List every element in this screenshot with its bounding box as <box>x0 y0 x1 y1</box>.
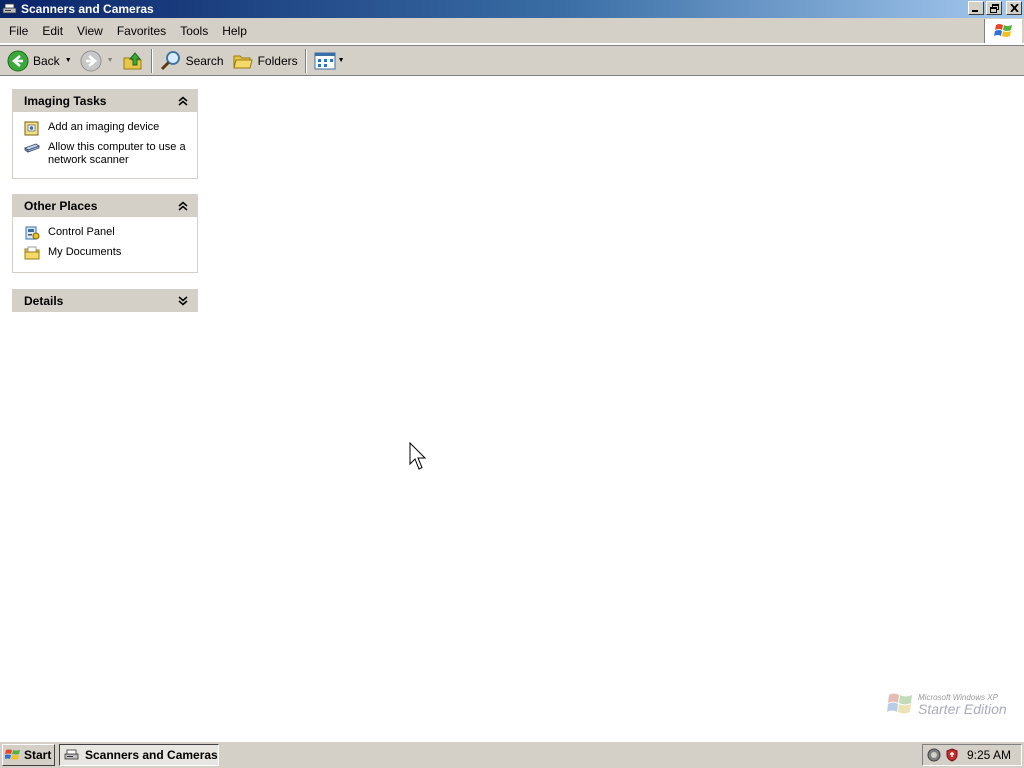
imaging-tasks-title: Imaging Tasks <box>24 93 107 108</box>
mouse-cursor-icon <box>409 442 427 470</box>
network-status-icon[interactable] <box>927 748 941 762</box>
imaging-tasks-body: Add an imaging device Allow this compute… <box>12 112 198 179</box>
back-arrow-icon <box>7 50 29 71</box>
up-folder-button[interactable] <box>118 48 148 74</box>
imaging-tasks-panel: Imaging Tasks Add an imaging device Allo… <box>12 89 198 179</box>
taskbar-window-label: Scanners and Cameras <box>85 748 218 762</box>
other-places-header[interactable]: Other Places <box>12 194 198 217</box>
menu-favorites[interactable]: Favorites <box>110 21 173 41</box>
menu-bar: File Edit View Favorites Tools Help <box>0 18 1024 44</box>
toolbar-separator <box>150 48 153 73</box>
task-network-scanner[interactable]: Allow this computer to use a network sca… <box>24 141 189 167</box>
taskbar: Start Scanners and Cameras 9:25 AM <box>0 741 1024 768</box>
windows-flag-icon <box>887 693 912 714</box>
folders-button[interactable]: Folders <box>228 48 302 74</box>
views-icon <box>314 52 336 69</box>
forward-dropdown-icon[interactable]: ▼ <box>107 57 114 64</box>
search-label: Search <box>185 53 224 68</box>
add-device-icon <box>24 121 39 136</box>
scanner-camera-icon <box>64 749 79 760</box>
restore-button[interactable] <box>986 1 1002 15</box>
search-button[interactable]: Search <box>156 48 228 74</box>
place-label: My Documents <box>48 246 122 258</box>
collapse-chevron-icon[interactable] <box>176 94 190 108</box>
views-button[interactable]: ▼ <box>310 48 349 74</box>
search-icon <box>160 50 180 70</box>
watermark-big-text: Starter Edition <box>918 700 1007 717</box>
menu-file[interactable]: File <box>2 21 35 41</box>
taskbar-window-button[interactable]: Scanners and Cameras <box>59 744 219 766</box>
menu-tools[interactable]: Tools <box>173 21 215 41</box>
control-panel-icon <box>25 226 40 240</box>
link-control-panel[interactable]: Control Panel <box>24 226 189 241</box>
task-label: Add an imaging device <box>48 121 160 133</box>
views-dropdown-icon[interactable]: ▼ <box>338 57 345 64</box>
details-title: Details <box>24 293 64 308</box>
forward-arrow-icon <box>80 50 102 71</box>
minimize-button[interactable] <box>968 1 984 15</box>
folders-icon <box>232 55 253 68</box>
forward-button[interactable]: ▼ <box>76 48 118 74</box>
close-button[interactable] <box>1006 1 1022 15</box>
expand-chevron-icon[interactable] <box>176 294 190 308</box>
starter-edition-watermark: Microsoft Windows XP Starter Edition <box>886 691 1007 717</box>
folders-label: Folders <box>257 53 298 68</box>
my-documents-icon <box>24 246 40 260</box>
windows-flag-icon <box>984 19 1022 43</box>
windows-flag-icon <box>5 749 20 760</box>
toolbar-separator <box>304 48 307 73</box>
link-my-documents[interactable]: My Documents <box>24 246 189 261</box>
title-bar[interactable]: Scanners and Cameras <box>0 0 1024 18</box>
standard-toolbar: Back ▼ ▼ Search Folders ▼ <box>0 45 1024 76</box>
other-places-title: Other Places <box>24 198 98 213</box>
collapse-chevron-icon[interactable] <box>176 199 190 213</box>
menu-view[interactable]: View <box>70 21 110 41</box>
back-label: Back <box>33 53 60 68</box>
menu-help[interactable]: Help <box>215 21 254 41</box>
other-places-body: Control Panel My Documents <box>12 217 198 273</box>
system-tray: 9:25 AM <box>922 744 1022 766</box>
start-label: Start <box>24 748 52 762</box>
other-places-panel: Other Places Control Panel My Documents <box>12 194 198 273</box>
menu-edit[interactable]: Edit <box>35 21 70 41</box>
scanner-camera-icon <box>2 1 18 17</box>
up-folder-icon <box>123 51 142 69</box>
window-title: Scanners and Cameras <box>21 2 154 16</box>
details-header[interactable]: Details <box>12 289 198 312</box>
content-area: Imaging Tasks Add an imaging device Allo… <box>0 77 1024 740</box>
back-dropdown-icon[interactable]: ▼ <box>65 57 72 64</box>
network-scanner-icon <box>24 143 40 153</box>
task-label: Allow this computer to use a network sca… <box>48 141 186 166</box>
place-label: Control Panel <box>48 226 115 238</box>
task-add-imaging-device[interactable]: Add an imaging device <box>24 121 189 136</box>
start-button[interactable]: Start <box>2 744 55 766</box>
clock: 9:25 AM <box>966 748 1011 762</box>
back-button[interactable]: Back ▼ <box>3 48 76 74</box>
imaging-tasks-header[interactable]: Imaging Tasks <box>12 89 198 112</box>
security-shield-icon[interactable] <box>945 748 959 762</box>
details-panel: Details <box>12 289 198 312</box>
